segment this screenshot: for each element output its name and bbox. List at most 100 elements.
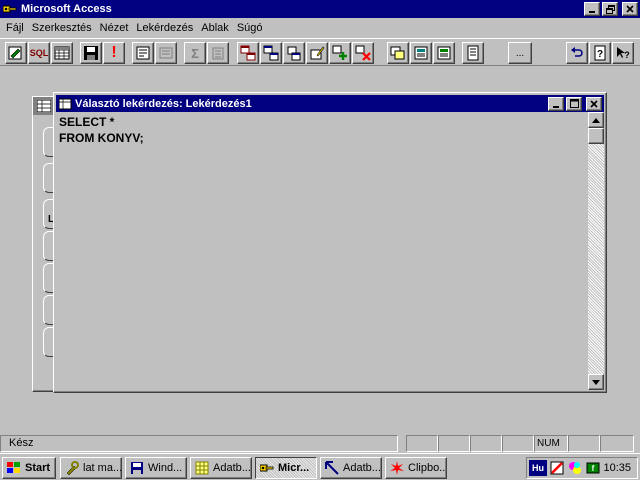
status-cell-1 xyxy=(406,435,438,452)
vertical-scrollbar[interactable] xyxy=(588,112,604,390)
arrow-down-icon xyxy=(592,379,600,385)
query-window[interactable]: Választó lekérdezés: Lekérdezés1 SELECT … xyxy=(53,92,607,393)
menu-help[interactable]: Súgó xyxy=(233,22,267,34)
top-values-button[interactable] xyxy=(207,42,229,64)
totals-button[interactable]: Σ xyxy=(184,42,206,64)
menu-file[interactable]: Fájl xyxy=(2,22,28,34)
app-title: Microsoft Access xyxy=(21,3,112,15)
status-text: Kész xyxy=(0,435,398,452)
make-table-button[interactable] xyxy=(260,42,282,64)
sql-line-1: SELECT * xyxy=(59,115,115,129)
task-label: Wind... xyxy=(148,462,183,474)
append-plus-icon xyxy=(332,45,347,60)
delete-x-icon xyxy=(355,45,371,61)
help-button[interactable]: ? xyxy=(589,42,611,64)
task-label: Adatb... xyxy=(213,462,251,474)
app-titlebar[interactable]: Microsoft Access xyxy=(0,0,640,18)
design-view-button[interactable] xyxy=(5,42,27,64)
floppy-disk-icon xyxy=(129,460,145,476)
task-microsoft-access[interactable]: Micr... xyxy=(255,457,317,479)
task-label: Micr... xyxy=(278,462,310,474)
query-window-titlebar[interactable]: Választó lekérdezés: Lekérdezés1 xyxy=(56,95,604,112)
new-object-button[interactable] xyxy=(410,42,432,64)
query-close-button[interactable] xyxy=(586,96,602,111)
menubar: Fájl Szerkesztés Nézet Lekérdezés Ablak … xyxy=(0,18,640,38)
datasheet-icon xyxy=(54,46,70,60)
svg-text:?: ? xyxy=(597,49,603,60)
undo-button[interactable] xyxy=(566,42,588,64)
scroll-down-button[interactable] xyxy=(588,374,604,390)
build-icon xyxy=(159,47,173,59)
query-minimize-button[interactable] xyxy=(548,96,564,111)
toolbar: SQL ! Σ ... ? ? xyxy=(0,38,640,66)
menu-edit[interactable]: Szerkesztés xyxy=(28,22,96,34)
database-grid-icon xyxy=(194,460,210,476)
delete-query-button[interactable] xyxy=(352,42,374,64)
menu-query[interactable]: Lekérdezés xyxy=(132,22,197,34)
status-bar: Kész NUM xyxy=(0,433,640,453)
append-query-button[interactable] xyxy=(329,42,351,64)
task-clipboard[interactable]: Clipbo... xyxy=(385,457,447,479)
windows-logo-icon xyxy=(6,460,22,476)
restore-button[interactable] xyxy=(602,2,618,16)
table-red-icon xyxy=(240,45,256,61)
task-adatb-2[interactable]: Adatb... xyxy=(320,457,382,479)
svg-text:?: ? xyxy=(624,50,630,60)
access-key-icon xyxy=(259,460,275,476)
task-lat-ma[interactable]: lat ma... xyxy=(60,457,122,479)
task-label: Clipbo... xyxy=(408,462,447,474)
clock[interactable]: 10:35 xyxy=(603,462,631,474)
design-view-icon xyxy=(8,46,22,60)
datasheet-view-button[interactable] xyxy=(51,42,73,64)
svg-text:f: f xyxy=(592,464,595,473)
status-cell-4 xyxy=(502,435,534,452)
show-table-button[interactable] xyxy=(387,42,409,64)
top-values-icon xyxy=(212,47,224,60)
query-maximize-button[interactable] xyxy=(566,96,582,111)
form-wizard-button[interactable] xyxy=(433,42,455,64)
taskbar: Start lat ma... Wind... Adatb... Micr...… xyxy=(0,453,640,480)
database-icon xyxy=(36,99,52,113)
menu-window[interactable]: Ablak xyxy=(197,22,233,34)
report-button[interactable] xyxy=(462,42,484,64)
floppy-disk-icon xyxy=(84,46,98,60)
scroll-up-button[interactable] xyxy=(588,112,604,128)
access-key-icon[interactable] xyxy=(2,2,18,16)
task-adatb-1[interactable]: Adatb... xyxy=(190,457,252,479)
sql-editor[interactable]: SELECT * FROM KONYV; xyxy=(56,112,588,390)
sql-line-2: FROM KONYV; xyxy=(59,131,144,145)
new-object-icon xyxy=(414,46,428,60)
menu-view[interactable]: Nézet xyxy=(96,22,133,34)
start-button[interactable]: Start xyxy=(2,457,56,479)
run-button[interactable]: ! xyxy=(103,42,125,64)
form-wizard-icon xyxy=(437,46,451,60)
update-query-button[interactable] xyxy=(283,42,305,64)
build-button[interactable] xyxy=(155,42,177,64)
builder-button[interactable]: ... xyxy=(508,42,532,64)
language-indicator[interactable]: Hu xyxy=(529,460,547,476)
context-help-button[interactable]: ? xyxy=(612,42,634,64)
minimize-button[interactable] xyxy=(584,2,600,16)
no-entry-icon[interactable] xyxy=(549,460,565,476)
new-table-button[interactable] xyxy=(237,42,259,64)
task-windows[interactable]: Wind... xyxy=(125,457,187,479)
color-palette-icon[interactable] xyxy=(567,460,583,476)
builder-label: ... xyxy=(515,47,525,59)
query-window-title: Választó lekérdezés: Lekérdezés1 xyxy=(75,97,252,110)
make-table-icon xyxy=(263,45,279,61)
pointer-help-icon: ? xyxy=(617,47,630,60)
sql-view-button[interactable]: SQL xyxy=(28,42,50,64)
status-cell-7 xyxy=(600,435,634,452)
crosstab-query-button[interactable] xyxy=(306,42,328,64)
totals-label: Σ xyxy=(191,45,199,61)
query-window-icon xyxy=(59,98,73,110)
properties-button[interactable] xyxy=(132,42,154,64)
close-button[interactable] xyxy=(622,2,638,16)
help-book-icon: ? xyxy=(594,45,606,61)
save-button[interactable] xyxy=(80,42,102,64)
scroll-thumb[interactable] xyxy=(588,128,604,144)
properties-icon xyxy=(136,46,150,60)
keyboard-layout-icon[interactable]: f xyxy=(585,460,601,476)
design-arrow-icon xyxy=(324,460,340,476)
task-label: lat ma... xyxy=(83,462,122,474)
